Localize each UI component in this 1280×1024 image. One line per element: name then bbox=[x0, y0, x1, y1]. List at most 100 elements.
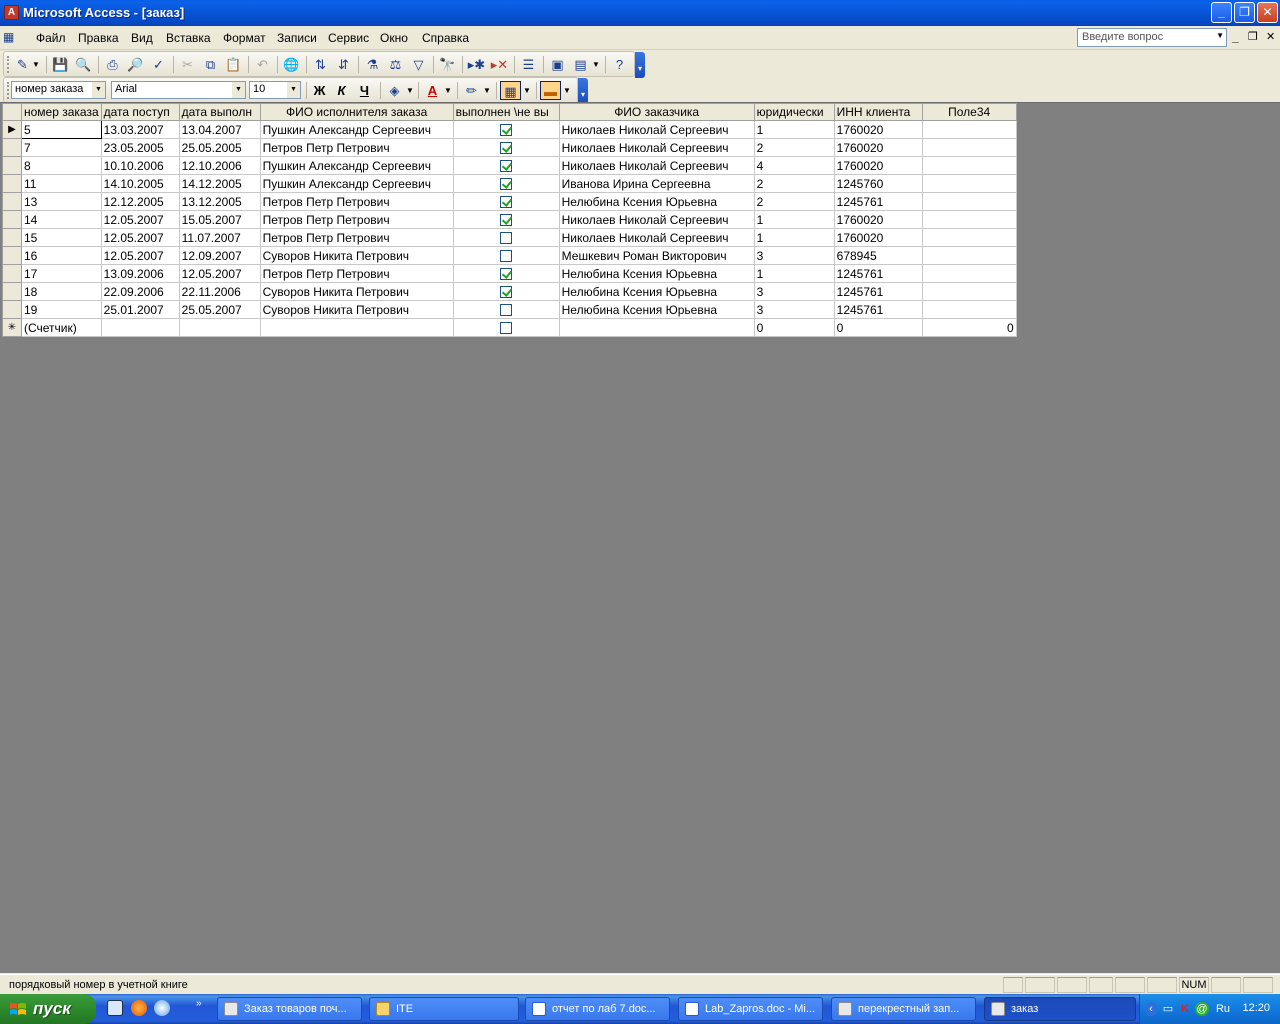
hyperlink-icon[interactable]: 🌐 bbox=[281, 55, 302, 74]
received-date-cell[interactable]: 12.05.2007 bbox=[100, 246, 180, 265]
table-row[interactable]: 16 12.05.2007 12.09.2007 Суворов Никита … bbox=[2, 246, 1017, 265]
internet-explorer-icon[interactable] bbox=[154, 1000, 170, 1016]
row-selector[interactable] bbox=[2, 192, 22, 211]
field34-cell[interactable] bbox=[921, 120, 1017, 139]
field34-cell[interactable] bbox=[921, 300, 1017, 319]
completed-date-cell[interactable]: 15.05.2007 bbox=[178, 210, 261, 229]
legal-cell[interactable]: 2 bbox=[753, 192, 835, 211]
received-date-cell[interactable]: 13.03.2007 bbox=[100, 120, 180, 139]
underline-button[interactable]: Ч bbox=[354, 81, 375, 100]
taskbar-item[interactable]: Lab_Zapros.doc - Mi... bbox=[678, 997, 823, 1021]
column-header[interactable]: ФИО заказчика bbox=[558, 103, 755, 121]
network-icon[interactable]: ▭ bbox=[1161, 1002, 1175, 1016]
undo-icon[interactable]: ↶ bbox=[252, 55, 273, 74]
toolbar-options-icon[interactable]: ▾ bbox=[578, 78, 588, 104]
toolbar-grip[interactable] bbox=[7, 56, 10, 73]
tray-expand-icon[interactable]: ‹ bbox=[1144, 1002, 1158, 1016]
sort-ascending-icon[interactable]: ⇅ bbox=[310, 55, 331, 74]
received-date-cell[interactable]: 22.09.2006 bbox=[100, 282, 180, 301]
done-checkbox-cell[interactable] bbox=[452, 300, 560, 319]
delete-record-icon[interactable]: ▸✕ bbox=[489, 55, 510, 74]
inn-cell[interactable]: 1245761 bbox=[833, 300, 923, 319]
chevron-down-icon[interactable]: ▼ bbox=[481, 81, 493, 100]
order-number-cell[interactable]: 17 bbox=[21, 264, 102, 283]
new-record-icon[interactable]: ▸✱ bbox=[466, 55, 487, 74]
field-select[interactable]: номер заказа ▼ bbox=[11, 81, 106, 99]
customer-cell[interactable]: Нелюбина Ксения Юрьевна bbox=[558, 264, 755, 283]
table-row[interactable]: 18 22.09.2006 22.11.2006 Суворов Никита … bbox=[2, 282, 1017, 301]
received-date-cell[interactable]: 14.10.2005 bbox=[100, 174, 180, 193]
completed-date-cell[interactable]: 12.10.2006 bbox=[178, 156, 261, 175]
table-row[interactable]: ▶ 5 13.03.2007 13.04.2007 Пушкин Алексан… bbox=[2, 120, 1017, 139]
completed-date-cell[interactable]: 13.12.2005 bbox=[178, 192, 261, 211]
column-header[interactable]: выполнен \не вы bbox=[452, 103, 560, 121]
special-effect-icon[interactable]: ▬ bbox=[540, 81, 561, 100]
inn-cell[interactable]: 1760020 bbox=[833, 228, 923, 247]
paste-icon[interactable]: 📋 bbox=[223, 55, 244, 74]
executor-cell[interactable]: Петров Петр Петрович bbox=[259, 228, 454, 247]
executor-cell[interactable]: Петров Петр Петрович bbox=[259, 264, 454, 283]
customer-cell[interactable]: Нелюбина Ксения Юрьевна bbox=[558, 282, 755, 301]
help-icon[interactable]: ? bbox=[609, 55, 630, 74]
chevron-down-icon[interactable]: ▼ bbox=[561, 81, 573, 100]
inn-cell[interactable]: 1245761 bbox=[833, 282, 923, 301]
received-date-cell[interactable]: 10.10.2006 bbox=[100, 156, 180, 175]
toolbar-grip[interactable] bbox=[7, 82, 10, 99]
chevron-down-icon[interactable]: ▼ bbox=[442, 81, 454, 100]
menu-tools[interactable]: Сервис bbox=[328, 31, 369, 45]
inn-cell[interactable]: 1760020 bbox=[833, 156, 923, 175]
icq-icon[interactable]: @ bbox=[1195, 1002, 1209, 1016]
legal-cell[interactable]: 1 bbox=[753, 210, 835, 229]
font-size-select[interactable]: 10 ▼ bbox=[249, 81, 301, 99]
chevron-down-icon[interactable]: ▼ bbox=[30, 55, 42, 74]
print-preview-icon[interactable]: 🔎 bbox=[125, 55, 146, 74]
new-record-indicator[interactable]: ✳ bbox=[2, 318, 22, 337]
menu-records[interactable]: Записи bbox=[277, 31, 317, 45]
executor-cell[interactable]: Суворов Никита Петрович bbox=[259, 282, 454, 301]
taskbar-item-active[interactable]: заказ bbox=[984, 997, 1136, 1021]
received-date-cell[interactable]: 12.12.2005 bbox=[100, 192, 180, 211]
done-checkbox-cell[interactable] bbox=[452, 282, 560, 301]
done-checkbox-cell[interactable] bbox=[452, 138, 560, 157]
legal-cell[interactable]: 1 bbox=[753, 120, 835, 139]
order-number-cell[interactable]: 5 bbox=[21, 120, 102, 139]
start-button[interactable]: пуск bbox=[0, 994, 96, 1024]
done-checkbox[interactable] bbox=[500, 124, 513, 137]
column-header[interactable]: ИНН клиента bbox=[833, 103, 923, 121]
row-selector[interactable] bbox=[2, 264, 22, 283]
done-checkbox[interactable] bbox=[500, 142, 513, 155]
order-number-cell[interactable]: 19 bbox=[21, 300, 102, 319]
executor-cell[interactable] bbox=[259, 318, 454, 337]
executor-cell[interactable]: Суворов Никита Петрович bbox=[259, 300, 454, 319]
completed-date-cell[interactable]: 25.05.2005 bbox=[178, 138, 261, 157]
done-checkbox[interactable] bbox=[500, 178, 513, 191]
file-search-icon[interactable]: 🔍 bbox=[73, 55, 94, 74]
database-window-icon[interactable]: ▣ bbox=[547, 55, 568, 74]
legal-cell[interactable]: 1 bbox=[753, 228, 835, 247]
close-button[interactable]: ✕ bbox=[1257, 2, 1278, 23]
customer-cell[interactable]: Нелюбина Ксения Юрьевна bbox=[558, 300, 755, 319]
customer-cell[interactable] bbox=[558, 318, 755, 337]
mdi-minimize-button[interactable]: _ bbox=[1232, 30, 1239, 44]
executor-cell[interactable]: Петров Петр Петрович bbox=[259, 192, 454, 211]
field34-cell[interactable] bbox=[921, 246, 1017, 265]
chevron-down-icon[interactable]: ▼ bbox=[287, 82, 300, 98]
inn-cell[interactable]: 1245761 bbox=[833, 192, 923, 211]
executor-cell[interactable]: Петров Петр Петрович bbox=[259, 210, 454, 229]
done-checkbox-cell[interactable] bbox=[452, 156, 560, 175]
field34-cell[interactable] bbox=[921, 174, 1017, 193]
ask-question-input[interactable]: Введите вопрос ▼ bbox=[1077, 28, 1227, 47]
menu-help[interactable]: Справка bbox=[422, 31, 469, 45]
done-checkbox[interactable] bbox=[500, 268, 513, 281]
done-checkbox-cell[interactable] bbox=[452, 120, 560, 139]
inn-cell[interactable]: 1760020 bbox=[833, 138, 923, 157]
legal-cell[interactable]: 1 bbox=[753, 264, 835, 283]
access-app-icon[interactable]: A bbox=[4, 5, 19, 20]
copy-icon[interactable]: ⧉ bbox=[200, 55, 221, 74]
completed-date-cell[interactable] bbox=[178, 318, 261, 337]
table-row[interactable]: 19 25.01.2007 25.05.2007 Суворов Никита … bbox=[2, 300, 1017, 319]
completed-date-cell[interactable]: 12.05.2007 bbox=[178, 264, 261, 283]
executor-cell[interactable]: Пушкин Александр Сергеевич bbox=[259, 174, 454, 193]
completed-date-cell[interactable]: 12.09.2007 bbox=[178, 246, 261, 265]
kaspersky-icon[interactable]: K bbox=[1178, 1002, 1192, 1016]
